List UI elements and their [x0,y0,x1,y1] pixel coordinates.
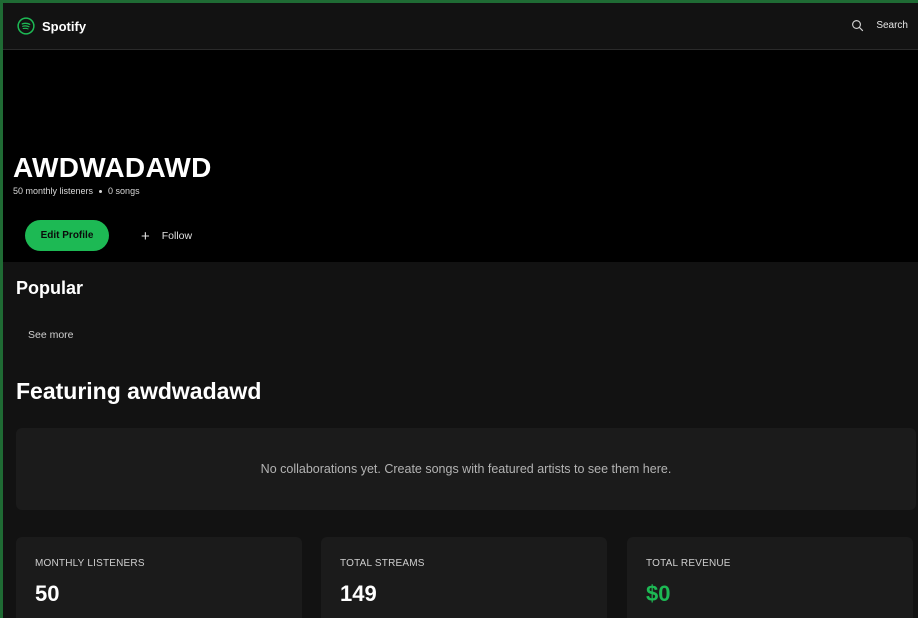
stat-value: 149 [340,581,377,606]
follow-label: Follow [161,230,193,242]
collaborations-empty-state: No collaborations yet. Create songs with… [16,428,916,510]
app-window: Spotify Search AWDWADAWD 50 monthly list… [0,0,918,618]
artist-name: AWDWADAWD [13,152,212,183]
stat-card-total-revenue: TOTAL REVENUE $0 [627,537,913,618]
plus-icon: + [141,227,150,245]
stat-label: TOTAL STREAMS [340,558,425,569]
see-more-link[interactable]: See more [28,329,74,341]
search-label: Search [876,20,908,31]
stat-label: MONTHLY LISTENERS [35,558,145,569]
monthly-listeners-text: 50 monthly listeners [13,186,94,196]
search-icon [852,20,864,32]
spotify-logo[interactable]: Spotify [17,17,86,35]
separator-dot [99,189,103,193]
follow-button[interactable]: + Follow [135,226,198,246]
app-name: Spotify [42,18,87,34]
stat-value: $0 [646,581,671,606]
stat-value: 50 [35,581,60,606]
spotify-logo-icon [17,17,35,35]
featuring-heading: Featuring awdwadawd [16,378,262,404]
artist-header: AWDWADAWD 50 monthly listeners 0 songs E… [3,50,918,262]
songs-count-text: 0 songs [108,186,140,196]
stat-card-monthly-listeners: MONTHLY LISTENERS 50 [16,537,302,618]
search-button[interactable]: Search [851,19,908,32]
popular-heading: Popular [16,278,84,298]
artist-meta: 50 monthly listeners 0 songs [13,186,140,196]
stat-label: TOTAL REVENUE [646,558,731,569]
edit-profile-button[interactable]: Edit Profile [25,220,109,251]
stat-card-total-streams: TOTAL STREAMS 149 [321,537,607,618]
top-bar: Spotify Search [3,3,918,50]
empty-state-text: No collaborations yet. Create songs with… [260,462,672,476]
